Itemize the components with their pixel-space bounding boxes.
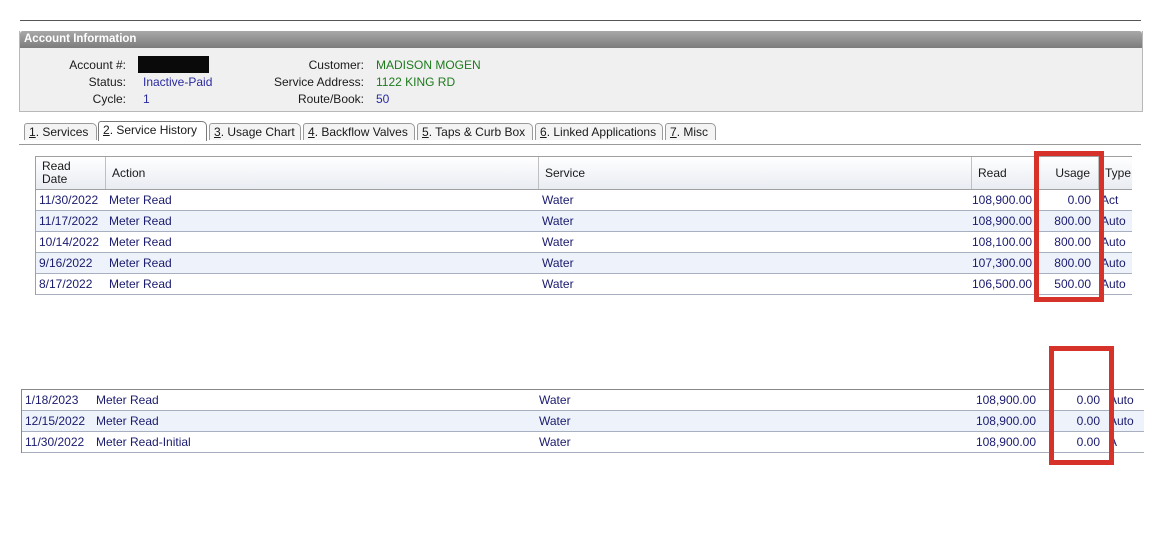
- cell-read-date: 11/30/2022: [25, 435, 85, 449]
- cell-read: 108,900.00: [972, 193, 1033, 207]
- table-row[interactable]: 12/15/2022 Meter Read Water 108,900.00 0.00 A…: [22, 411, 1144, 432]
- cell-service: Water: [542, 214, 574, 228]
- cell-action: Meter Read: [109, 193, 172, 207]
- customer-label: Customer:: [308, 58, 364, 72]
- cell-read-date: 8/17/2022: [39, 277, 93, 291]
- tab-taps-curb-box[interactable]: 5. Taps & Curb Box: [417, 123, 533, 140]
- cell-read-date: 11/17/2022: [39, 214, 99, 228]
- cell-service: Water: [542, 277, 574, 291]
- cell-read-date: 9/16/2022: [39, 256, 93, 270]
- grid-header: Read Date Action Service Read Usage Type: [36, 156, 1132, 190]
- table-row[interactable]: 11/17/2022 Meter Read Water 108,900.00 800.0…: [36, 211, 1132, 232]
- usage-highlight-box-continued: [1049, 346, 1114, 465]
- col-service[interactable]: Service: [539, 157, 972, 189]
- cycle-label: Cycle:: [92, 92, 126, 106]
- table-row[interactable]: 1/18/2023 Meter Read Water 108,900.00 0.00 Au…: [22, 390, 1144, 411]
- top-divider: [20, 20, 1141, 21]
- col-read[interactable]: Read: [972, 157, 1035, 189]
- service-history-grid-continued: 1/18/2023 Meter Read Water 108,900.00 0.00 Au…: [21, 389, 1144, 453]
- screenshot-page: Account Information Account #: Status: I…: [0, 0, 1169, 553]
- table-row[interactable]: 8/17/2022 Meter Read Water 106,500.00 500.00…: [36, 274, 1132, 295]
- cell-service: Water: [542, 256, 574, 270]
- cell-read: 108,900.00: [975, 435, 1036, 449]
- cell-action: Meter Read: [96, 393, 159, 407]
- cell-service: Water: [539, 435, 571, 449]
- customer-value: MADISON MOGEN: [376, 58, 481, 72]
- cell-action: Meter Read: [109, 214, 172, 228]
- cell-service: Water: [542, 235, 574, 249]
- tab-backflow-valves[interactable]: 4. Backflow Valves: [303, 123, 415, 140]
- cell-read-date: 1/18/2023: [25, 393, 79, 407]
- grid-body: 11/30/2022 Meter Read Water 108,900.00 0.00 A…: [36, 190, 1132, 295]
- cell-action: Meter Read: [109, 277, 172, 291]
- cell-read: 108,900.00: [972, 214, 1033, 228]
- cell-service: Water: [539, 414, 571, 428]
- table-row[interactable]: 11/30/2022 Meter Read Water 108,900.00 0.00 A…: [36, 190, 1132, 211]
- cell-service: Water: [542, 193, 574, 207]
- table-row[interactable]: 9/16/2022 Meter Read Water 107,300.00 800.00…: [36, 253, 1132, 274]
- cell-type: Auto: [1101, 256, 1126, 270]
- service-address-value: 1122 KING RD: [376, 75, 456, 89]
- service-address-label: Service Address:: [273, 75, 364, 89]
- cell-type: Auto: [1101, 214, 1126, 228]
- cell-action: Meter Read-Initial: [96, 435, 191, 449]
- cell-action: Meter Read: [96, 414, 159, 428]
- cycle-value: 1: [143, 92, 150, 106]
- account-info-header: Account Information: [20, 31, 1142, 48]
- cell-type: Auto: [1101, 235, 1126, 249]
- cell-read-date: 11/30/2022: [39, 193, 99, 207]
- account-info-panel: Account Information Account #: Status: I…: [19, 31, 1143, 112]
- col-read-date[interactable]: Read Date: [36, 157, 106, 189]
- status-value: Inactive-Paid: [143, 75, 213, 89]
- account-number-redacted: [138, 56, 209, 73]
- cell-read: 108,100.00: [972, 235, 1033, 249]
- grid-body-continued: 1/18/2023 Meter Read Water 108,900.00 0.00 Au…: [22, 390, 1144, 453]
- cell-action: Meter Read: [109, 235, 172, 249]
- cell-action: Meter Read: [109, 256, 172, 270]
- cell-read: 106,500.00: [972, 277, 1033, 291]
- tab-services[interactable]: 1. Services: [24, 123, 97, 140]
- route-book-value: 50: [376, 92, 390, 106]
- table-row[interactable]: 10/14/2022 Meter Read Water 108,100.00 800.0…: [36, 232, 1132, 253]
- tab-strip: 1. Services 2. Service History 3. Usage …: [19, 120, 1141, 145]
- col-action[interactable]: Action: [106, 157, 539, 189]
- route-book-label: Route/Book:: [297, 92, 364, 106]
- service-history-grid: Read Date Action Service Read Usage Type …: [35, 156, 1132, 295]
- cell-read-date: 10/14/2022: [39, 235, 100, 249]
- tab-usage-chart[interactable]: 3. Usage Chart: [209, 123, 301, 140]
- table-row[interactable]: 11/30/2022 Meter Read-Initial Water 108,900…: [22, 432, 1144, 453]
- cell-read: 108,900.00: [975, 393, 1036, 407]
- account-number-label: Account #:: [69, 58, 126, 72]
- status-label: Status:: [88, 75, 126, 89]
- cell-read: 107,300.00: [972, 256, 1033, 270]
- tab-service-history[interactable]: 2. Service History: [98, 121, 207, 141]
- cell-service: Water: [539, 393, 571, 407]
- usage-highlight-box: [1034, 151, 1104, 302]
- cell-read-date: 12/15/2022: [25, 414, 86, 428]
- tab-misc[interactable]: 7. Misc: [665, 123, 716, 140]
- cell-type: Auto: [1101, 277, 1126, 291]
- cell-read: 108,900.00: [975, 414, 1036, 428]
- tab-linked-applications[interactable]: 6. Linked Applications: [535, 123, 663, 140]
